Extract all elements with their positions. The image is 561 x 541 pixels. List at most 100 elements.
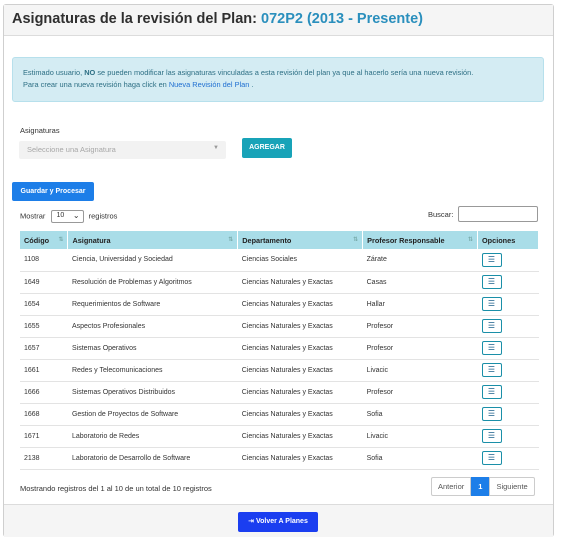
pagination-page-1[interactable]: 1 [471, 477, 490, 496]
cell-departamento: Ciencias Naturales y Exactas [237, 293, 363, 316]
asignaturas-label: Asignaturas [20, 126, 60, 135]
table-row: 1657 Sistemas Operativos Ciencias Naturale… [20, 337, 539, 360]
alert-text: . [249, 80, 254, 89]
pagination-next[interactable]: Siguiente [489, 477, 535, 496]
options-button[interactable]: ☰ [481, 341, 502, 355]
pagination: Anterior 1 Siguiente [431, 477, 535, 496]
cell-opciones: ☰ [477, 271, 539, 294]
pagination-previous[interactable]: Anterior [431, 477, 472, 496]
options-button[interactable]: ☰ [481, 429, 502, 443]
cell-departamento: Ciencias Naturales y Exactas [237, 337, 363, 360]
volver-planes-button[interactable]: ⇥ Volver A Planes [238, 512, 318, 532]
options-button[interactable]: ☰ [481, 451, 502, 465]
sort-icon: ⇅ [467, 237, 473, 243]
column-header-codigo[interactable]: Código ⇅ [20, 231, 69, 249]
cell-opciones: ☰ [477, 447, 539, 470]
cell-asignatura: Laboratorio de Desarrollo de Software [67, 447, 238, 470]
sort-icon: ⇅ [58, 237, 64, 243]
caret-down-icon: ▼ [213, 145, 219, 151]
cell-departamento: Ciencias Naturales y Exactas [237, 271, 363, 294]
cell-profesor: Profesor [362, 315, 478, 338]
options-button[interactable]: ☰ [481, 319, 502, 333]
asignatura-select-placeholder: Seleccione una Asignatura [27, 145, 116, 154]
cell-codigo: 1654 [20, 293, 68, 316]
cell-profesor: Sofia [362, 447, 478, 470]
table-row: 1671 Laboratorio de Redes Ciencias Natural… [20, 425, 539, 448]
cell-departamento: Ciencias Naturales y Exactas [237, 425, 363, 448]
cell-codigo: 1649 [20, 271, 68, 294]
alert-line-1: Estimado usuario, NO se pueden modificar… [23, 67, 533, 79]
cell-codigo: 2138 [20, 447, 68, 470]
cell-departamento: Ciencias Naturales y Exactas [237, 381, 363, 404]
registros-label: registros [88, 211, 118, 221]
table-row: 1668 Gestion de Proyectos de Software Cien… [20, 403, 539, 426]
cell-profesor: Casas [362, 271, 478, 294]
options-button[interactable]: ☰ [481, 275, 502, 289]
table-row: 1108 Ciencia, Universidad y Sociedad Cienc… [20, 249, 539, 272]
cell-departamento: Ciencias Sociales [237, 249, 363, 272]
exit-icon: ⇥ [248, 518, 255, 525]
asignatura-select[interactable]: Seleccione una Asignatura ▼ [19, 141, 226, 159]
cell-asignatura: Sistemas Operativos Distribuidos [67, 381, 238, 404]
alert-text: Para crear una nueva revisión haga click… [23, 80, 169, 89]
cell-profesor: Livacic [362, 359, 478, 382]
sort-icon: ⇅ [228, 237, 234, 243]
alert-text: se pueden modificar las asignaturas vinc… [95, 68, 474, 77]
cell-profesor: Hallar [362, 293, 478, 316]
agregar-button[interactable]: AGREGAR [242, 138, 292, 158]
guardar-procesar-button[interactable]: Guardar y Procesar [12, 182, 94, 201]
column-header-profesor[interactable]: Profesor Responsable ⇅ [362, 231, 478, 249]
search-input[interactable] [458, 206, 538, 222]
cell-departamento: Ciencias Naturales y Exactas [237, 403, 363, 426]
cell-opciones: ☰ [477, 315, 539, 338]
page-size-select[interactable]: 10 ⌄ [50, 210, 84, 223]
cell-departamento: Ciencias Naturales y Exactas [237, 447, 363, 470]
cell-opciones: ☰ [477, 381, 539, 404]
page-size-value: 10 [56, 212, 65, 219]
cell-departamento: Ciencias Naturales y Exactas [237, 359, 363, 382]
cell-asignatura: Redes y Telecomunicaciones [67, 359, 238, 382]
table-row: 1649 Resolución de Problemas y Algoritmos… [20, 271, 539, 294]
cell-profesor: Livacic [362, 425, 478, 448]
cell-opciones: ☰ [477, 425, 539, 448]
page-title: Asignaturas de la revisión del Plan: 072… [4, 5, 553, 36]
list-icon: ☰ [487, 254, 496, 264]
alert-bold-text: NO [84, 68, 96, 77]
cell-codigo: 1666 [20, 381, 68, 404]
new-revision-link[interactable]: Nueva Revisión del Plan [169, 80, 250, 89]
cell-asignatura: Gestion de Proyectos de Software [67, 403, 238, 426]
table-row: 1654 Requerimientos de Software Ciencias N… [20, 293, 539, 316]
cell-profesor: Sofia [362, 403, 478, 426]
options-button[interactable]: ☰ [481, 363, 502, 377]
column-header-asignatura[interactable]: Asignatura ⇅ [67, 231, 239, 249]
column-header-label: Profesor Responsable [367, 235, 445, 245]
cell-opciones: ☰ [477, 403, 539, 426]
cell-opciones: ☰ [477, 359, 539, 382]
table-row: 1666 Sistemas Operativos Distribuidos Cien… [20, 381, 539, 404]
column-header-label: Departamento [242, 235, 292, 245]
options-button[interactable]: ☰ [481, 407, 502, 421]
column-header-label: Código [24, 235, 50, 245]
cell-asignatura: Ciencia, Universidad y Sociedad [67, 249, 238, 272]
column-header-label: Asignatura [72, 235, 111, 245]
list-icon: ☰ [487, 453, 496, 462]
column-header-departamento[interactable]: Departamento ⇅ [237, 231, 364, 249]
options-button[interactable]: ☰ [481, 385, 502, 399]
cell-opciones: ☰ [477, 293, 539, 316]
cell-asignatura: Sistemas Operativos [67, 337, 238, 360]
mostrar-label: Mostrar [20, 211, 46, 221]
cell-codigo: 1668 [20, 403, 68, 426]
info-alert: Estimado usuario, NO se pueden modificar… [12, 57, 544, 102]
cell-codigo: 1671 [20, 425, 68, 448]
options-button[interactable]: ☰ [481, 297, 502, 311]
cell-asignatura: Aspectos Profesionales [67, 315, 238, 338]
cell-asignatura: Resolución de Problemas y Algoritmos [67, 271, 238, 294]
table-row: 1655 Aspectos Profesionales Ciencias Natur… [20, 315, 539, 338]
list-icon: ☰ [487, 299, 496, 308]
column-header-label: Opciones [482, 235, 516, 245]
asignaturas-table: Código ⇅ Asignatura ⇅ Departamento ⇅ Profes… [20, 231, 539, 470]
options-button[interactable]: ☰ [481, 252, 502, 267]
table-row: 2138 Laboratorio de Desarrollo de Softwar… [20, 447, 539, 470]
cell-asignatura: Laboratorio de Redes [67, 425, 238, 448]
cell-codigo: 1655 [20, 315, 68, 338]
